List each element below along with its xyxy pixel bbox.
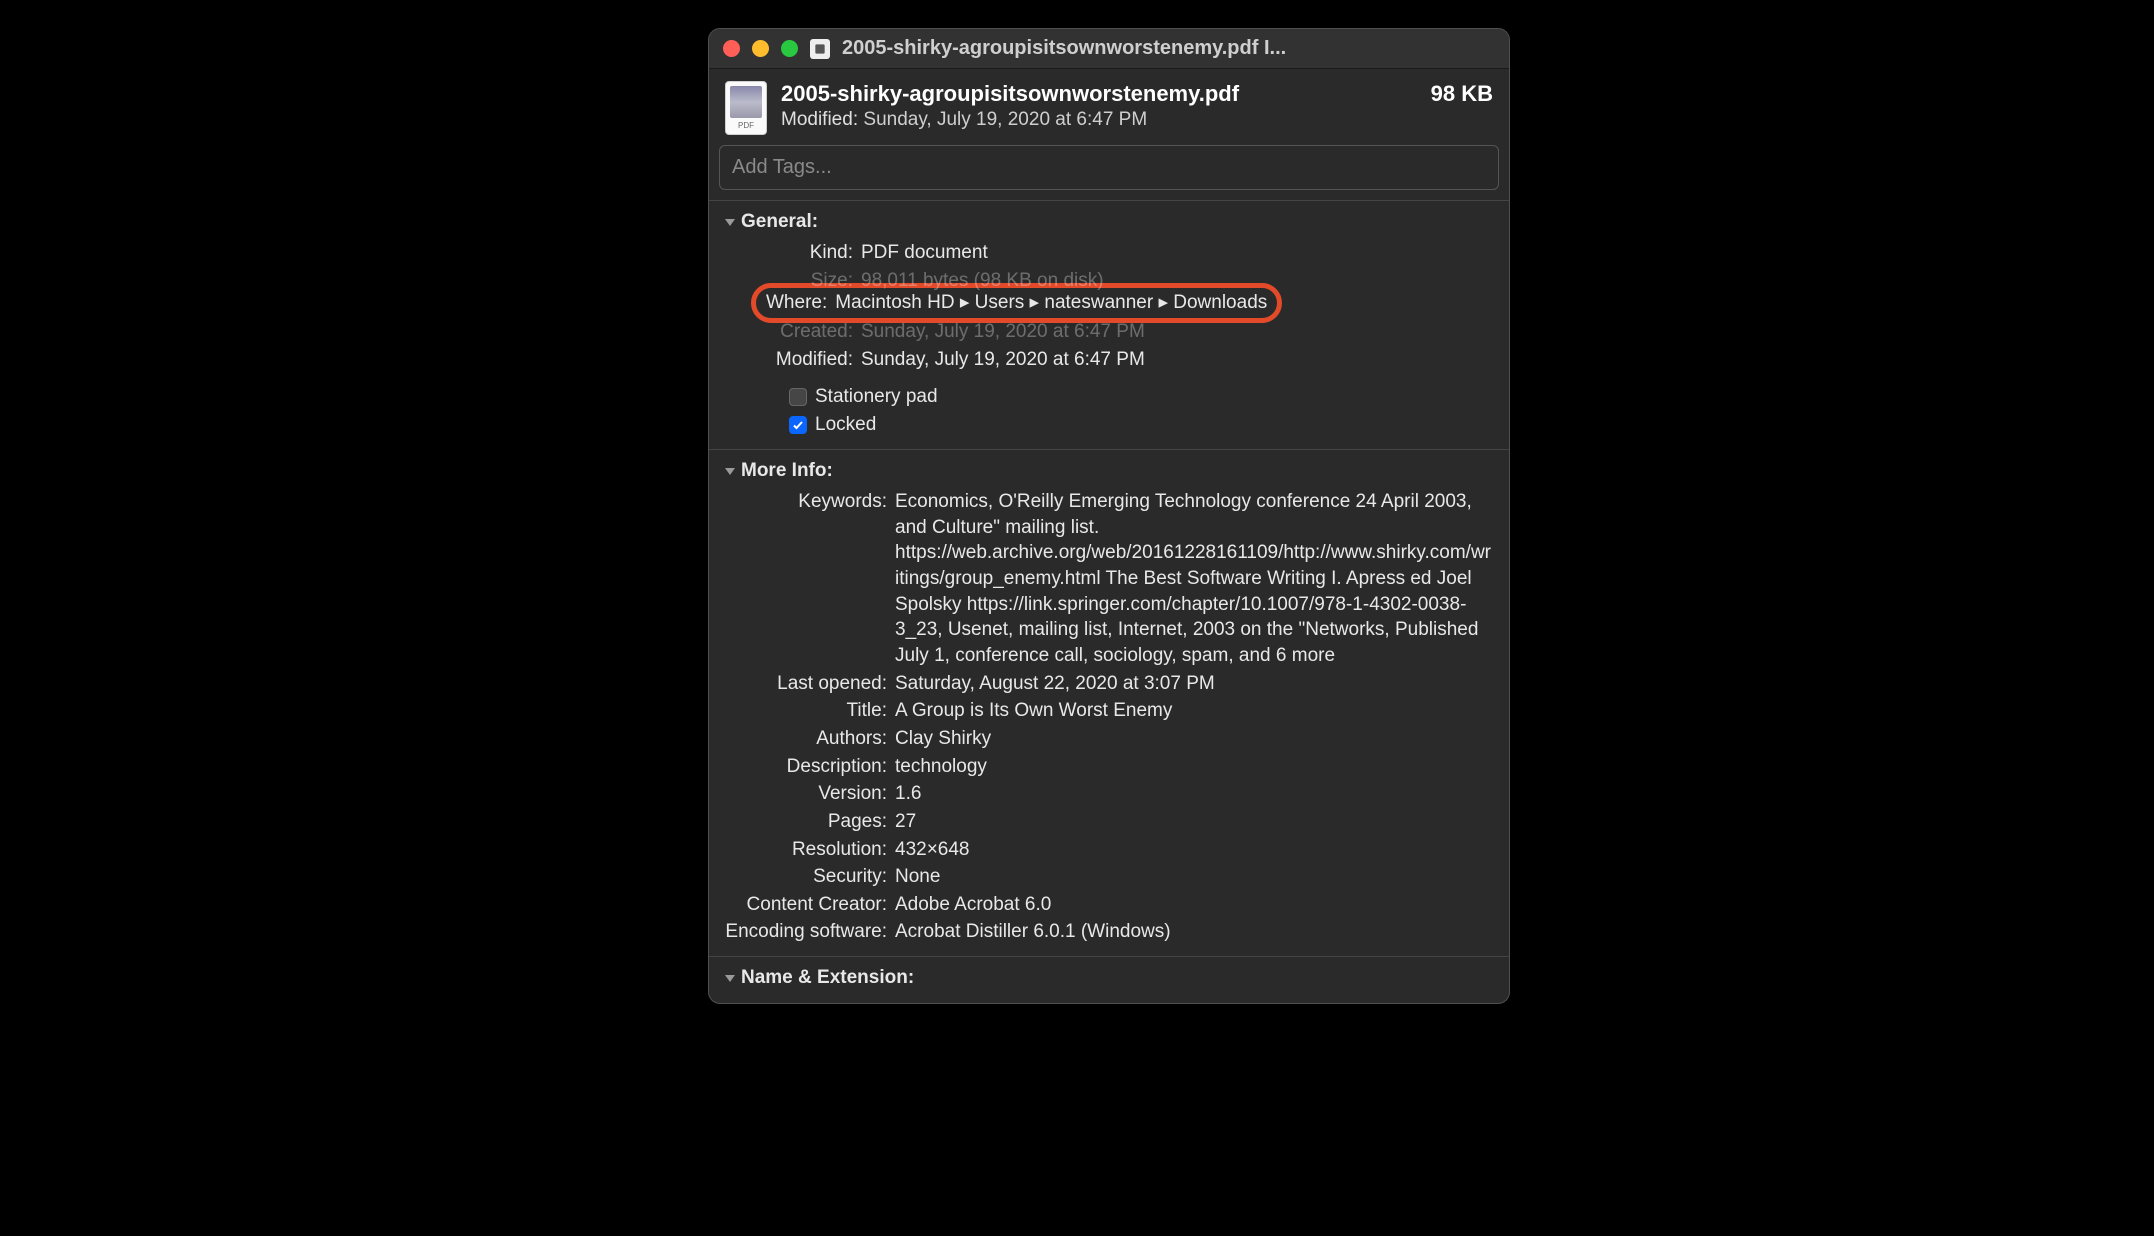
content-creator-label: Content Creator: bbox=[725, 892, 895, 918]
row-size: Size: 98,011 bytes (98 KB on disk) bbox=[725, 267, 1493, 295]
row-stationery-pad: Stationery pad bbox=[725, 383, 1493, 411]
traffic-lights bbox=[723, 40, 798, 57]
authors-label: Authors: bbox=[725, 726, 895, 752]
stationery-pad-checkbox[interactable] bbox=[789, 388, 807, 406]
title-label: Title: bbox=[725, 698, 895, 724]
row-authors: Authors: Clay Shirky bbox=[725, 725, 1493, 753]
size-label: Size: bbox=[725, 268, 861, 294]
kind-label: Kind: bbox=[725, 240, 861, 266]
row-keywords: Keywords: Economics, O'Reilly Emerging T… bbox=[725, 488, 1493, 669]
description-label: Description: bbox=[725, 754, 895, 780]
encoding-software-value: Acrobat Distiller 6.0.1 (Windows) bbox=[895, 919, 1493, 945]
section-general: General: Kind: PDF document Size: 98,011… bbox=[709, 200, 1509, 449]
resolution-value: 432×648 bbox=[895, 837, 1493, 863]
pages-value: 27 bbox=[895, 809, 1493, 835]
section-name-extension-header[interactable]: Name & Extension: bbox=[725, 965, 1493, 995]
pages-label: Pages: bbox=[725, 809, 895, 835]
chevron-down-icon bbox=[725, 975, 735, 982]
section-general-title: General: bbox=[741, 211, 818, 233]
zoom-button[interactable] bbox=[781, 40, 798, 57]
get-info-window: 2005-shirky-agroupisitsownworstenemy.pdf… bbox=[708, 28, 1510, 1004]
close-button[interactable] bbox=[723, 40, 740, 57]
section-general-header[interactable]: General: bbox=[725, 209, 1493, 239]
row-title: Title: A Group is Its Own Worst Enemy bbox=[725, 697, 1493, 725]
tags-input[interactable]: Add Tags... bbox=[719, 145, 1499, 190]
row-pages: Pages: 27 bbox=[725, 808, 1493, 836]
keywords-value: Economics, O'Reilly Emerging Technology … bbox=[895, 489, 1493, 668]
title-value: A Group is Its Own Worst Enemy bbox=[895, 698, 1493, 724]
chevron-down-icon bbox=[725, 468, 735, 475]
titlebar: 2005-shirky-agroupisitsownworstenemy.pdf… bbox=[709, 29, 1509, 69]
kind-value: PDF document bbox=[861, 240, 1493, 266]
security-label: Security: bbox=[725, 864, 895, 890]
locked-checkbox[interactable] bbox=[789, 416, 807, 434]
description-value: technology bbox=[895, 754, 1493, 780]
keywords-label: Keywords: bbox=[725, 489, 895, 515]
row-kind: Kind: PDF document bbox=[725, 239, 1493, 267]
row-last-opened: Last opened: Saturday, August 22, 2020 a… bbox=[725, 670, 1493, 698]
modified-value: Sunday, July 19, 2020 at 6:47 PM bbox=[861, 347, 1493, 373]
filename: 2005-shirky-agroupisitsownworstenemy.pdf bbox=[781, 81, 1239, 107]
security-value: None bbox=[895, 864, 1493, 890]
window-title: 2005-shirky-agroupisitsownworstenemy.pdf… bbox=[842, 37, 1495, 60]
chevron-down-icon bbox=[725, 219, 735, 226]
version-value: 1.6 bbox=[895, 781, 1493, 807]
encoding-software-label: Encoding software: bbox=[725, 919, 895, 945]
file-icon bbox=[725, 81, 767, 135]
locked-label: Locked bbox=[815, 414, 876, 436]
section-name-extension: Name & Extension: bbox=[709, 956, 1509, 1003]
row-locked: Locked bbox=[725, 411, 1493, 439]
authors-value: Clay Shirky bbox=[895, 726, 1493, 752]
minimize-button[interactable] bbox=[752, 40, 769, 57]
row-content-creator: Content Creator: Adobe Acrobat 6.0 bbox=[725, 891, 1493, 919]
header-modified: Modified: Sunday, July 19, 2020 at 6:47 … bbox=[781, 109, 1493, 131]
version-label: Version: bbox=[725, 781, 895, 807]
section-more-info: More Info: Keywords: Economics, O'Reilly… bbox=[709, 449, 1509, 956]
header-modified-label: Modified: bbox=[781, 109, 858, 130]
section-more-info-title: More Info: bbox=[741, 460, 833, 482]
row-version: Version: 1.6 bbox=[725, 780, 1493, 808]
modified-label: Modified: bbox=[725, 347, 861, 373]
content-creator-value: Adobe Acrobat 6.0 bbox=[895, 892, 1493, 918]
row-description: Description: technology bbox=[725, 753, 1493, 781]
stationery-pad-label: Stationery pad bbox=[815, 386, 938, 408]
row-encoding-software: Encoding software: Acrobat Distiller 6.0… bbox=[725, 918, 1493, 946]
header-modified-value: Sunday, July 19, 2020 at 6:47 PM bbox=[863, 109, 1147, 130]
row-resolution: Resolution: 432×648 bbox=[725, 836, 1493, 864]
filesize: 98 KB bbox=[1431, 81, 1493, 107]
section-more-info-header[interactable]: More Info: bbox=[725, 458, 1493, 488]
row-modified: Modified: Sunday, July 19, 2020 at 6:47 … bbox=[725, 346, 1493, 374]
resolution-label: Resolution: bbox=[725, 837, 895, 863]
last-opened-label: Last opened: bbox=[725, 671, 895, 697]
preview-app-icon bbox=[810, 39, 830, 59]
file-header: 2005-shirky-agroupisitsownworstenemy.pdf… bbox=[709, 69, 1509, 145]
created-label: Created: bbox=[725, 319, 861, 345]
last-opened-value: Saturday, August 22, 2020 at 3:07 PM bbox=[895, 671, 1493, 697]
row-security: Security: None bbox=[725, 863, 1493, 891]
size-value: 98,011 bytes (98 KB on disk) bbox=[861, 268, 1493, 294]
row-created: Created: Sunday, July 19, 2020 at 6:47 P… bbox=[725, 318, 1493, 346]
section-name-extension-title: Name & Extension: bbox=[741, 967, 914, 989]
created-value: Sunday, July 19, 2020 at 6:47 PM bbox=[861, 319, 1493, 345]
